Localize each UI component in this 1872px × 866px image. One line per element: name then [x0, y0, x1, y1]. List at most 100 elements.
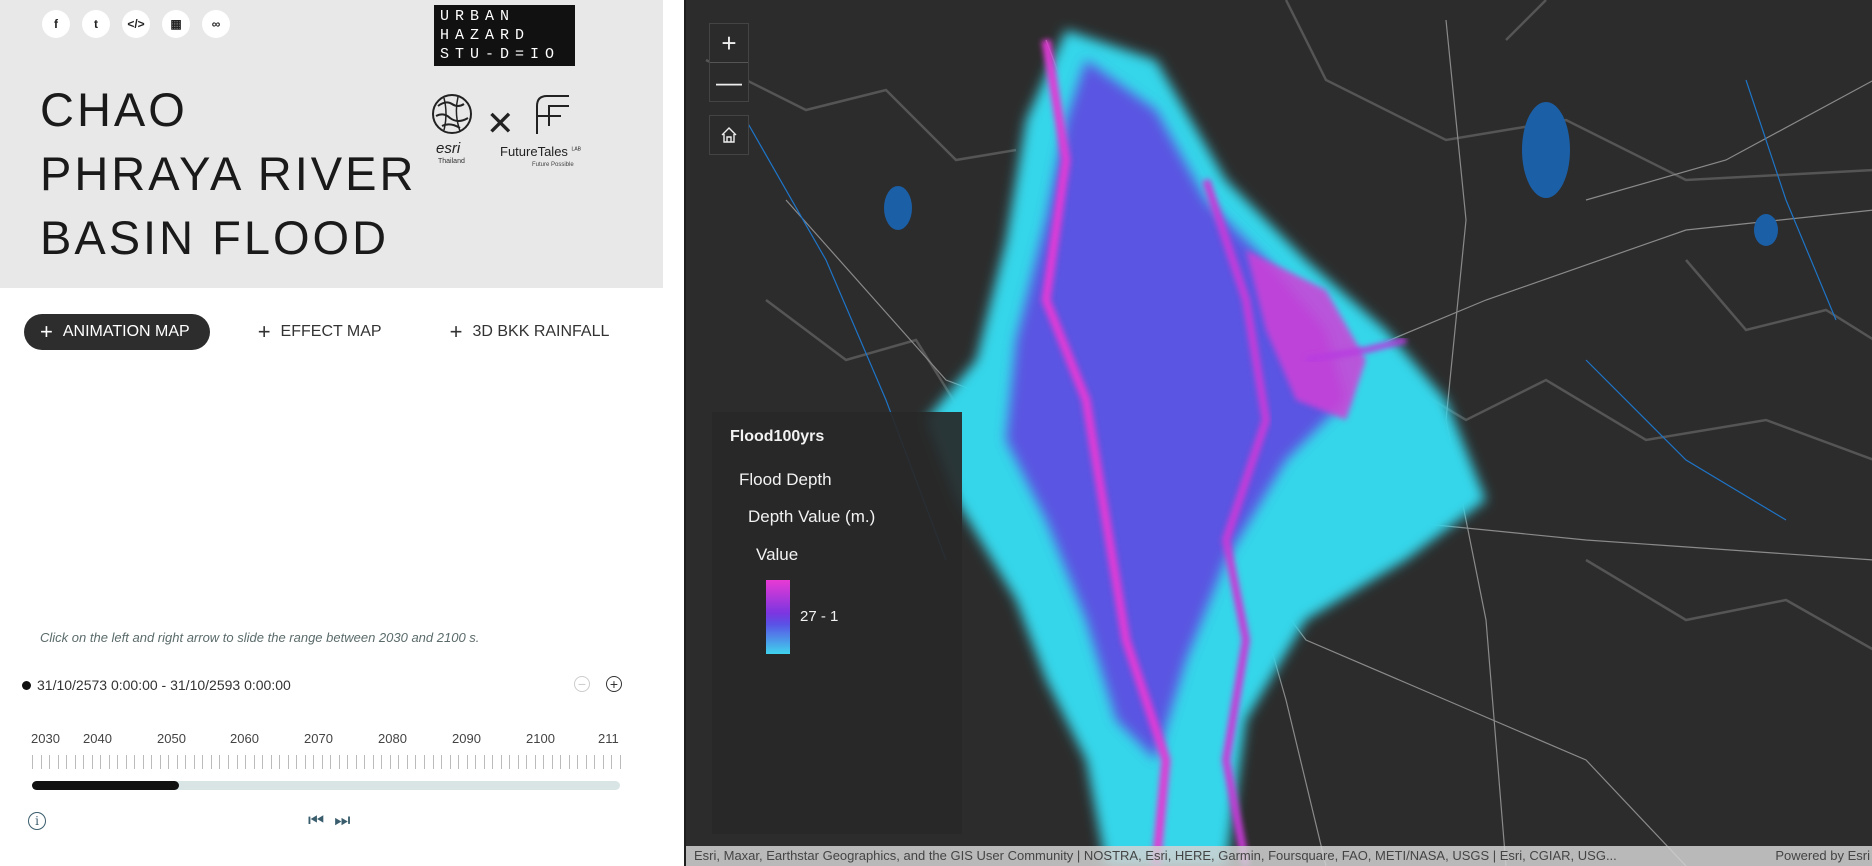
- timeline-tick: [142, 755, 144, 769]
- timeline-tick: [202, 755, 204, 769]
- timeline-tick: [466, 755, 468, 769]
- legend-range-label: 27 - 1: [800, 608, 839, 625]
- futuretales-wordmark: FutureTales LAB: [500, 144, 581, 159]
- esri-globe-icon: [432, 94, 472, 134]
- previous-icon[interactable]: ⏮: [308, 810, 324, 831]
- map-zoom-control: + —: [709, 23, 749, 102]
- partner-logos: esri Thailand ✕ FutureTales LAB Future P…: [430, 92, 630, 172]
- timeline-ticks: [32, 755, 621, 771]
- next-icon[interactable]: ⏭: [334, 810, 350, 831]
- legend-layer-title: Flood100yrs: [730, 428, 825, 445]
- timeline-tick: [40, 755, 42, 769]
- timeline-tick: [100, 755, 102, 769]
- timeline-tick: [611, 755, 613, 769]
- timeline-tick: [347, 755, 349, 769]
- timeline-hint: Click on the left and right arrow to sli…: [40, 630, 480, 645]
- timeline-tick: [509, 755, 511, 769]
- timeline-zoom-in-button[interactable]: +: [606, 676, 622, 692]
- flood-extent: [926, 30, 1486, 866]
- timeline-tick: [458, 755, 460, 769]
- timeline-tick: [355, 755, 357, 769]
- timeline-year-labels: 2030 2040 2050 2060 2070 2080 2090 2100 …: [0, 731, 663, 749]
- powered-by-text[interactable]: Powered by Esri: [1775, 846, 1870, 866]
- timeline-tick: [262, 755, 264, 769]
- timeline-tick: [219, 755, 221, 769]
- timeline-tick: [338, 755, 340, 769]
- timeline-tick: [210, 755, 212, 769]
- year-label: 2050: [157, 731, 186, 746]
- timeline-tick: [270, 755, 272, 769]
- timeline-tick: [304, 755, 306, 769]
- timeline-tick: [66, 755, 68, 769]
- timeline-tick: [492, 755, 494, 769]
- plus-icon: +: [449, 319, 463, 344]
- timeline-tick: [475, 755, 477, 769]
- tab-animation-map[interactable]: + ANIMATION MAP: [24, 314, 210, 350]
- story-panel: f t </> ▦ ∞ CHAO PHRAYA RIVER BASIN FLOO…: [0, 0, 663, 866]
- time-range-label: 31/10/2573 0:00:00 - 31/10/2593 0:00:00: [37, 677, 291, 693]
- timeline-tick: [517, 755, 519, 769]
- year-label: 2080: [378, 731, 407, 746]
- year-label: 211: [598, 731, 619, 746]
- timeline-tick: [449, 755, 451, 769]
- year-label: 2070: [304, 731, 333, 746]
- timeline-zoom-out-button[interactable]: −: [574, 676, 590, 692]
- timeline-tick: [49, 755, 51, 769]
- time-range-row: 31/10/2573 0:00:00 - 31/10/2593 0:00:00 …: [22, 676, 626, 696]
- esri-wordmark: esri: [436, 140, 461, 157]
- map-tabs: + ANIMATION MAP + EFFECT MAP + 3D BKK RA…: [24, 314, 609, 350]
- link-icon[interactable]: ∞: [202, 10, 230, 38]
- zoom-out-button[interactable]: —: [710, 63, 748, 101]
- tab-3d-bkk-rainfall[interactable]: + 3D BKK RAINFALL: [450, 321, 610, 343]
- info-icon[interactable]: i: [28, 812, 46, 830]
- timeline-tick: [534, 755, 536, 769]
- timeline-tick: [159, 755, 161, 769]
- year-label: 2090: [452, 731, 481, 746]
- title-line: BASIN FLOOD: [40, 211, 390, 264]
- year-label: 2030: [31, 731, 60, 746]
- qr-code-icon[interactable]: ▦: [162, 10, 190, 38]
- timeline-tick: [372, 755, 374, 769]
- flood-map[interactable]: + — Flood100yrs Flood Depth Depth Value …: [684, 0, 1872, 866]
- futuretales-logo-icon: [536, 95, 569, 134]
- timeline-tick: [441, 755, 443, 769]
- timeline-tick: [483, 755, 485, 769]
- timeline-tick: [125, 755, 127, 769]
- timeline-tick: [245, 755, 247, 769]
- share-bar: f t </> ▦ ∞: [42, 10, 230, 38]
- timeline-tick: [568, 755, 570, 769]
- timeline-tick: [91, 755, 93, 769]
- timeline-tick: [560, 755, 562, 769]
- map-attribution: Esri, Maxar, Earthstar Geographics, and …: [686, 846, 1872, 866]
- timeline-tick: [57, 755, 59, 769]
- home-button[interactable]: [709, 115, 749, 155]
- twitter-icon[interactable]: t: [82, 10, 110, 38]
- futuretales-subtitle: Future Possible: [532, 162, 574, 168]
- timeline-tick: [381, 755, 383, 769]
- embed-icon[interactable]: </>: [122, 10, 150, 38]
- urban-hazard-studio-logo: URBAN HAZARD STU-D=IO: [434, 5, 575, 66]
- page-title: CHAO PHRAYA RIVER BASIN FLOOD: [40, 78, 416, 270]
- timeline-tick: [279, 755, 281, 769]
- timeline-tick: [620, 755, 621, 769]
- legend-value-label: Value: [756, 545, 799, 564]
- timeline-tick: [185, 755, 187, 769]
- map-legend: Flood100yrs Flood Depth Depth Value (m.)…: [712, 412, 962, 834]
- zoom-in-button[interactable]: +: [710, 24, 748, 63]
- timeline-slider-fill[interactable]: [32, 781, 179, 790]
- timeline-tick: [83, 755, 85, 769]
- timeline-tick: [176, 755, 178, 769]
- timeline-tick: [551, 755, 553, 769]
- timeline-tick: [313, 755, 315, 769]
- plus-icon: +: [257, 319, 271, 344]
- esri-subtitle: Thailand: [438, 158, 465, 165]
- timeline-tick: [330, 755, 332, 769]
- timeline-tick: [415, 755, 417, 769]
- timeline-tick: [168, 755, 170, 769]
- facebook-icon[interactable]: f: [42, 10, 70, 38]
- timeline-tick: [296, 755, 298, 769]
- timeline-tick: [602, 755, 604, 769]
- tab-effect-map[interactable]: + EFFECT MAP: [258, 321, 382, 343]
- timeline-slider[interactable]: [32, 781, 620, 790]
- attribution-text[interactable]: Esri, Maxar, Earthstar Geographics, and …: [694, 846, 1617, 866]
